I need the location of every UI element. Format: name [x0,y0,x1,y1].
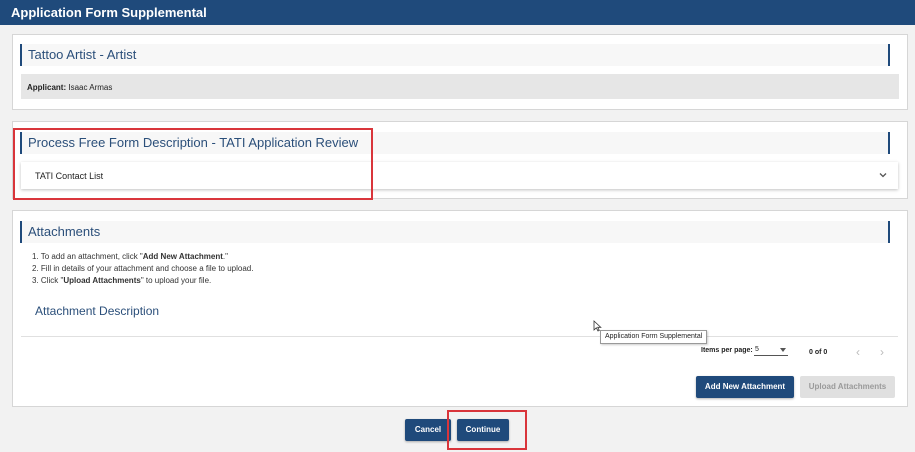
attachments-section-title: Attachments [28,224,101,239]
applicant-label: Applicant: [27,83,67,92]
dropdown-arrow-icon [780,348,786,352]
divider [21,336,898,337]
title-bar: Application Form Supplemental [0,0,915,25]
items-per-page-value: 5 [755,346,759,353]
cancel-button[interactable]: Cancel [405,419,451,441]
items-per-page-select[interactable]: 5 [754,344,788,356]
instruction-3: 3. Click "Upload Attachments" to upload … [32,276,212,285]
license-section-header: Tattoo Artist - Artist [20,44,890,66]
chevron-left-icon[interactable]: ‹ [852,346,864,358]
attachments-section-header: Attachments [20,221,890,243]
chevron-down-icon[interactable] [878,170,888,180]
applicant-row: Applicant: Isaac Armas [21,74,899,99]
highlight-box-continue [447,410,527,450]
license-section-title: Tattoo Artist - Artist [28,47,137,62]
add-new-attachment-button[interactable]: Add New Attachment [696,376,794,398]
pagination-range: 0 of 0 [809,349,828,356]
highlight-box-process [13,128,373,200]
items-per-page-label: Items per page: [701,347,753,354]
instruction-2: 2. Fill in details of your attachment an… [32,264,254,273]
instruction-1: 1. To add an attachment, click "Add New … [32,252,228,261]
tooltip: Application Form Supplemental [600,330,708,344]
upload-attachments-button[interactable]: Upload Attachments [800,376,895,398]
chevron-right-icon[interactable]: › [876,346,888,358]
attachment-description-heading: Attachment Description [35,304,160,318]
window-title: Application Form Supplemental [11,5,207,20]
applicant-name: Isaac Armas [68,83,113,92]
